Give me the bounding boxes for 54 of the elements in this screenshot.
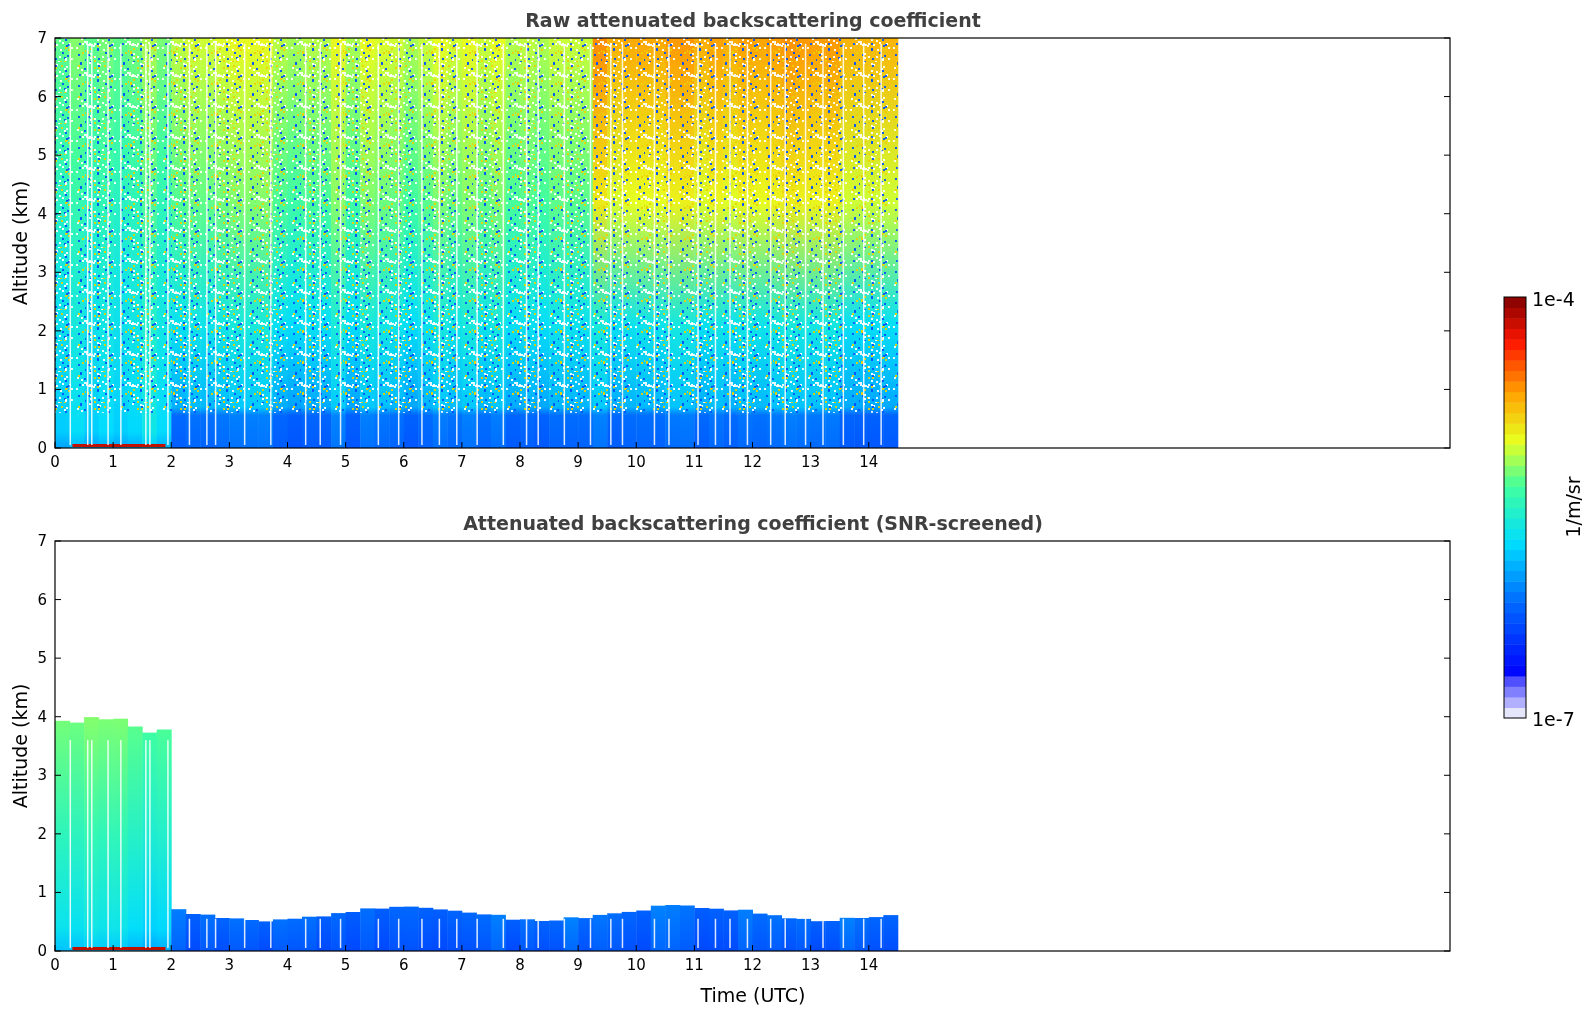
y-tick-label: 6 xyxy=(37,590,47,609)
x-tick-label: 11 xyxy=(684,956,704,974)
y-tick-label: 5 xyxy=(37,146,47,165)
colorbar-max-label: 1e-4 xyxy=(1532,288,1575,310)
y-tick-label: 5 xyxy=(37,649,47,668)
x-tick-label: 3 xyxy=(224,453,235,471)
x-tick-label: 7 xyxy=(457,956,467,974)
x-tick-label: 1 xyxy=(108,956,118,974)
plot-title: Attenuated backscattering coefficient (SNR-screened) xyxy=(463,512,1043,534)
y-tick-label: 7 xyxy=(37,532,47,550)
x-tick-label: 13 xyxy=(801,453,821,471)
y-tick-label: 4 xyxy=(37,707,47,726)
x-tick-label: 4 xyxy=(282,453,293,471)
y-tick-label: 0 xyxy=(37,942,47,960)
colorbar-min-label: 1e-7 xyxy=(1532,708,1575,730)
y-tick-label: 3 xyxy=(37,263,47,282)
x-tick-label: 0 xyxy=(50,956,60,974)
x-tick-label: 11 xyxy=(684,453,704,471)
x-tick-label: 14 xyxy=(859,956,879,974)
y-tick-label: 0 xyxy=(37,439,47,457)
y-tick-label: 3 xyxy=(37,766,47,785)
x-tick-label: 6 xyxy=(399,453,409,471)
x-tick-label: 8 xyxy=(515,453,525,471)
x-tick-label: 14 xyxy=(859,453,879,471)
x-tick-label: 10 xyxy=(626,453,646,471)
plot-title: Raw attenuated backscattering coefficient xyxy=(525,9,981,31)
y-axis-label: Altitude (km) xyxy=(9,683,31,809)
x-axis-label: Time (UTC) xyxy=(700,984,806,1006)
y-tick-label: 4 xyxy=(37,204,47,223)
x-tick-label: 12 xyxy=(742,956,763,974)
y-tick-label: 6 xyxy=(37,87,47,106)
y-axis-label: Altitude (km) xyxy=(9,180,31,306)
x-tick-label: 5 xyxy=(340,956,351,974)
y-tick-label: 1 xyxy=(37,883,47,902)
x-tick-label: 3 xyxy=(224,956,235,974)
x-tick-label: 5 xyxy=(340,453,351,471)
y-tick-label: 7 xyxy=(37,29,47,47)
x-tick-label: 8 xyxy=(515,956,525,974)
y-tick-label: 2 xyxy=(37,321,47,340)
x-tick-label: 13 xyxy=(801,956,821,974)
x-tick-label: 6 xyxy=(399,956,409,974)
x-tick-label: 7 xyxy=(457,453,467,471)
y-tick-label: 1 xyxy=(37,380,47,399)
x-tick-label: 1 xyxy=(108,453,118,471)
x-tick-label: 4 xyxy=(282,956,293,974)
x-tick-label: 2 xyxy=(166,453,176,471)
x-tick-label: 0 xyxy=(50,453,60,471)
x-tick-label: 9 xyxy=(573,453,583,471)
x-tick-label: 10 xyxy=(626,956,646,974)
colorbar-unit-label: 1/m/sr xyxy=(1562,476,1584,538)
y-tick-label: 2 xyxy=(37,824,47,843)
x-tick-label: 12 xyxy=(742,453,763,471)
x-tick-label: 9 xyxy=(573,956,583,974)
x-tick-label: 2 xyxy=(166,956,176,974)
